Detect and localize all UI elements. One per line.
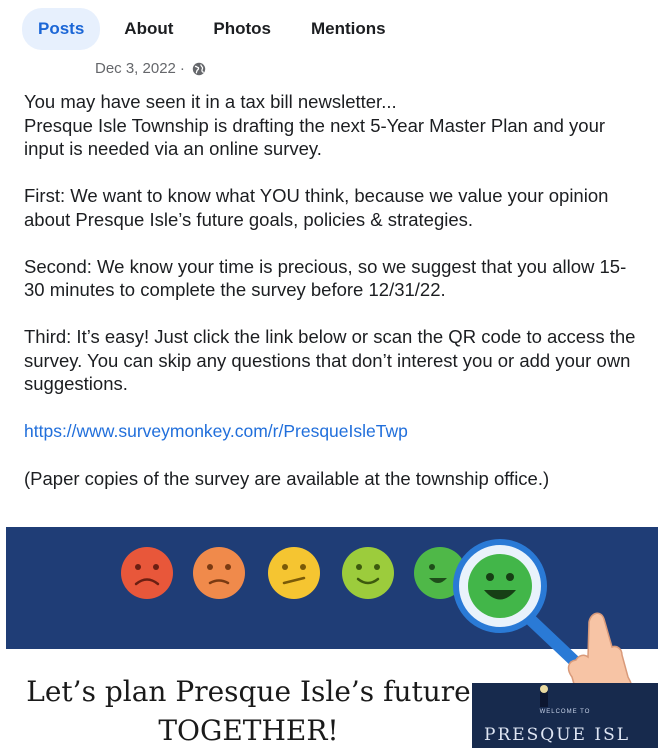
frown-face-icon — [193, 547, 245, 599]
tab-photos[interactable]: Photos — [197, 8, 287, 50]
profile-tabs: Posts About Photos Mentions — [22, 8, 410, 50]
post-paragraph-third: Third: It’s easy! Just click the link be… — [24, 326, 636, 394]
survey-link[interactable]: https://www.surveymonkey.com/r/PresqueIs… — [24, 421, 408, 441]
post-paragraph-second: Second: We know your time is precious, s… — [24, 255, 627, 301]
post-paragraph-intro: You may have seen it in a tax bill newsl… — [24, 91, 606, 159]
post-date[interactable]: Dec 3, 2022 — [95, 60, 176, 77]
sign-large-text: PRESQUE ISL — [484, 725, 631, 745]
neutral-face-icon — [268, 547, 320, 599]
meta-separator: · — [179, 60, 185, 77]
post-paragraph-note: (Paper copies of the survey are availabl… — [24, 467, 550, 489]
sad-face-icon — [121, 547, 173, 599]
image-headline-line2: TOGETHER! — [158, 714, 339, 747]
magnifier-icon — [453, 539, 592, 678]
welcome-sign-photo: WELCOME TO PRESQUE ISL — [472, 683, 658, 748]
tab-about[interactable]: About — [108, 8, 189, 50]
tab-mentions[interactable]: Mentions — [295, 8, 402, 50]
post-body: You may have seen it in a tax bill newsl… — [24, 90, 644, 514]
post-meta: Dec 3, 2022 · — [95, 60, 206, 77]
post-image[interactable]: Let’s plan Presque Isle’s future TOGETHE… — [6, 527, 658, 748]
tab-posts[interactable]: Posts — [22, 8, 101, 50]
globe-icon — [192, 62, 206, 76]
smile-face-icon — [342, 547, 394, 599]
sign-small-text: WELCOME TO — [539, 709, 591, 715]
image-headline-line1: Let’s plan Presque Isle’s future — [26, 675, 471, 708]
post-paragraph-first: First: We want to know what YOU think, b… — [24, 185, 609, 230]
